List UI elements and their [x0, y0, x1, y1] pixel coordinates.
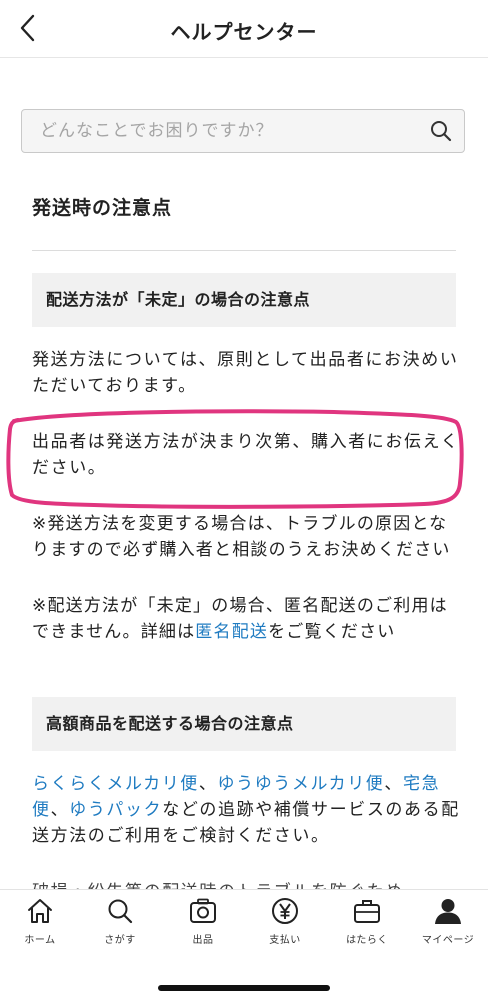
- tab-search[interactable]: さがす: [80, 896, 160, 946]
- header: ヘルプセンター: [0, 0, 488, 58]
- yen-icon: [272, 898, 298, 924]
- note-change-method: ※発送方法を変更する場合は、トラブルの原因となりますので必ず購入者と相談のうえお…: [32, 514, 451, 560]
- tab-pay-label: 支払い: [269, 935, 301, 946]
- search-box[interactable]: [21, 109, 465, 153]
- yuyu-link[interactable]: ゆうゆうメルカリ便: [218, 774, 385, 794]
- paragraph-shipping-method: 発送方法については、原則として出品者にお決めいただいております。: [32, 350, 459, 396]
- tab-pay[interactable]: 支払い: [245, 896, 325, 946]
- tab-home-label: ホーム: [24, 935, 56, 946]
- separator: 、: [198, 774, 218, 794]
- briefcase-icon: [354, 900, 380, 923]
- anonymous-shipping-link[interactable]: 匿名配送: [195, 622, 268, 642]
- paragraph-high-value: らくらくメルカリ便、ゆうゆうメルカリ便、宅急便、ゆうパックなどの追跡や補償サービ…: [32, 771, 460, 849]
- camera-icon: [190, 898, 216, 923]
- tab-work[interactable]: はたらく: [327, 896, 407, 946]
- tab-work-label: はたらく: [346, 935, 388, 946]
- help-content[interactable]: 発送時の注意点 配送方法が「未定」の場合の注意点 発送方法については、原則として…: [0, 57, 488, 889]
- tab-mypage[interactable]: マイページ: [408, 896, 488, 946]
- section-heading-high-value: 高額商品を配送する場合の注意点: [32, 697, 456, 751]
- tab-search-label: さがす: [104, 935, 136, 946]
- note-anonymous-tail: をご覧ください: [268, 622, 396, 642]
- rakuraku-link[interactable]: らくらくメルカリ便: [32, 774, 199, 794]
- search-icon: [108, 899, 133, 924]
- separator: 、: [384, 774, 403, 794]
- page-header-title: ヘルプセンター: [170, 20, 318, 44]
- yupack-link[interactable]: ゆうパック: [69, 800, 162, 820]
- person-icon: [435, 899, 461, 924]
- tab-sell[interactable]: 出品: [163, 896, 243, 946]
- search-input[interactable]: [40, 110, 420, 152]
- paragraph-cut-off: 破損・紛失等の配送時のトラブルを防ぐため: [32, 879, 460, 889]
- separator: 、: [50, 800, 70, 820]
- bottom-tab-bar: ホーム さがす 出品 支払い はたらく マイページ: [0, 889, 488, 1000]
- paragraph-seller-notify: 出品者は発送方法が決まり次第、購入者にお伝えください。: [32, 432, 460, 478]
- section-heading-undecided: 配送方法が「未定」の場合の注意点: [32, 273, 456, 327]
- tab-mypage-label: マイページ: [421, 935, 475, 946]
- note-anonymous: ※配送方法が「未定」の場合、匿名配送のご利用はできません。詳細は匿名配送をご覧く…: [32, 593, 460, 645]
- search-icon[interactable]: [430, 120, 452, 142]
- article-title: 発送時の注意点: [32, 197, 173, 219]
- home-indicator: [158, 985, 330, 991]
- tab-sell-label: 出品: [192, 935, 214, 946]
- divider: [32, 250, 456, 251]
- tab-home[interactable]: ホーム: [0, 896, 80, 946]
- home-icon: [28, 899, 52, 923]
